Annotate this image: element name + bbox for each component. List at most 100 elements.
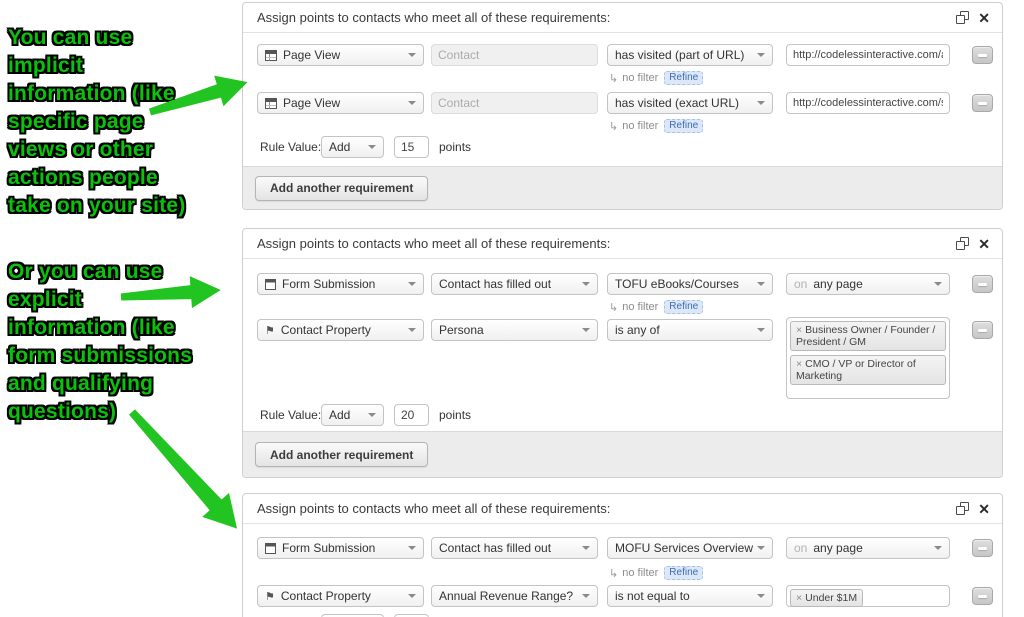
chevron-down-icon: [757, 53, 765, 57]
panel-body: Page View has visited (part of URL) ↳ no…: [243, 33, 1002, 168]
form-select-dropdown[interactable]: MOFU Services Overview: [607, 537, 773, 559]
chevron-down-icon: [408, 594, 416, 598]
close-icon[interactable]: ✕: [978, 237, 990, 251]
value-tag: ×Under $1M: [790, 589, 863, 607]
duplicate-icon[interactable]: [956, 237, 969, 250]
rule-action-dropdown[interactable]: Add: [321, 136, 384, 158]
filter-subrow: ↳ no filter Refine: [609, 71, 703, 85]
panel-title: Assign points to contacts who meet all o…: [257, 10, 610, 25]
points-input[interactable]: [394, 404, 429, 426]
points-input[interactable]: [394, 136, 429, 158]
page-scope-dropdown[interactable]: on any page: [786, 273, 950, 295]
note-line: and qualifying: [8, 370, 253, 398]
operator-dropdown[interactable]: has visited (exact URL): [607, 92, 773, 114]
operator-dropdown[interactable]: is not equal to: [607, 585, 773, 607]
remove-row-button[interactable]: [972, 275, 993, 293]
rule-value-row: Rule Value: Add points: [243, 404, 1002, 426]
rule-action-dropdown[interactable]: Add: [321, 404, 384, 426]
chevron-down-icon: [408, 546, 416, 550]
branch-arrow-icon: ↳: [609, 567, 618, 580]
add-requirement-button[interactable]: Add another requirement: [255, 442, 428, 467]
tag-value-box[interactable]: ×Business Owner / Founder / President / …: [786, 317, 950, 399]
property-dropdown[interactable]: Persona: [431, 319, 598, 341]
form-select-dropdown[interactable]: TOFU eBooks/Courses: [607, 273, 773, 295]
filled-out-label: Contact has filled out: [439, 277, 551, 291]
value-tag: ×CMO / VP or Director of Marketing: [790, 355, 946, 385]
refine-button[interactable]: Refine: [664, 300, 703, 314]
points-unit-label: points: [439, 136, 471, 158]
form-select-label: MOFU Services Overview: [615, 541, 753, 555]
refine-button[interactable]: Refine: [664, 119, 703, 133]
requirement-row: Form Submission Contact has filled out T…: [243, 273, 1002, 295]
remove-row-button[interactable]: [972, 321, 993, 339]
remove-tag-icon[interactable]: ×: [796, 592, 802, 604]
rule-action-label: Add: [329, 408, 350, 422]
chevron-down-icon: [408, 328, 416, 332]
panel-body: Form Submission Contact has filled out M…: [243, 524, 1002, 617]
points-unit-label: points: [439, 404, 471, 426]
branch-arrow-icon: ↳: [609, 72, 618, 85]
chevron-down-icon: [934, 282, 942, 286]
chevron-down-icon: [757, 101, 765, 105]
refine-button[interactable]: Refine: [664, 71, 703, 85]
note-line: You can use: [8, 24, 253, 52]
close-icon[interactable]: ✕: [978, 11, 990, 25]
page-scope-dropdown[interactable]: on any page: [786, 537, 950, 559]
operator-dropdown[interactable]: has visited (part of URL): [607, 44, 773, 66]
note-line: implicit: [8, 52, 253, 80]
rule-type-dropdown[interactable]: Page View: [257, 44, 424, 66]
remove-row-button[interactable]: [972, 46, 993, 64]
operator-dropdown[interactable]: is any of: [607, 319, 773, 341]
add-requirement-button[interactable]: Add another requirement: [255, 176, 428, 201]
note-line: form submissions: [8, 342, 253, 370]
page-prefix-label: on: [794, 277, 807, 291]
rule-type-dropdown[interactable]: ⚑ Contact Property: [257, 319, 424, 341]
panel-header: Assign points to contacts who meet all o…: [243, 3, 1002, 33]
page-prefix-label: on: [794, 541, 807, 555]
filled-out-dropdown[interactable]: Contact has filled out: [431, 273, 598, 295]
requirement-row: Form Submission Contact has filled out M…: [243, 537, 1002, 559]
note-line: questions): [8, 398, 253, 426]
rule-value-label: Rule Value:: [260, 136, 321, 158]
duplicate-icon[interactable]: [956, 502, 969, 515]
rule-action-label: Add: [329, 140, 350, 154]
refine-button[interactable]: Refine: [664, 566, 703, 580]
contact-field: [431, 44, 598, 66]
filter-status: no filter: [622, 72, 658, 84]
filter-status: no filter: [622, 120, 658, 132]
page-view-icon: [265, 98, 277, 109]
rule-type-dropdown[interactable]: Form Submission: [257, 273, 424, 295]
scoring-rule-panel-1: Assign points to contacts who meet all o…: [242, 2, 1003, 210]
panel-body: Form Submission Contact has filled out T…: [243, 259, 1002, 433]
remove-tag-icon[interactable]: ×: [796, 324, 802, 336]
panel-header: Assign points to contacts who meet all o…: [243, 494, 1002, 524]
remove-row-button[interactable]: [972, 587, 993, 605]
rule-type-dropdown[interactable]: Form Submission: [257, 537, 424, 559]
chevron-down-icon: [582, 546, 590, 550]
remove-row-button[interactable]: [972, 539, 993, 557]
tag-value-box[interactable]: ×Under $1M: [786, 585, 950, 607]
filled-out-dropdown[interactable]: Contact has filled out: [431, 537, 598, 559]
chevron-down-icon: [408, 53, 416, 57]
url-input[interactable]: [786, 44, 950, 66]
duplicate-icon[interactable]: [956, 11, 969, 24]
rule-type-label: Page View: [283, 96, 340, 110]
panel-header: Assign points to contacts who meet all o…: [243, 229, 1002, 259]
note-line: Or you can use: [8, 258, 253, 286]
rule-type-dropdown[interactable]: ⚑ Contact Property: [257, 585, 424, 607]
url-input[interactable]: [786, 92, 950, 114]
filter-subrow: ↳ no filter Refine: [609, 119, 703, 133]
chevron-down-icon: [934, 546, 942, 550]
chevron-down-icon: [368, 145, 376, 149]
rule-type-label: Contact Property: [281, 323, 371, 337]
note-line: actions people: [8, 164, 253, 192]
chevron-down-icon: [582, 594, 590, 598]
close-icon[interactable]: ✕: [978, 502, 990, 516]
remove-row-button[interactable]: [972, 94, 993, 112]
filter-status: no filter: [622, 301, 658, 313]
rule-type-dropdown[interactable]: Page View: [257, 92, 424, 114]
remove-tag-icon[interactable]: ×: [796, 358, 802, 370]
panel-footer: Add another requirement: [243, 166, 1002, 209]
rule-value-label: Rule Value:: [260, 404, 321, 426]
property-dropdown[interactable]: Annual Revenue Range?: [431, 585, 598, 607]
